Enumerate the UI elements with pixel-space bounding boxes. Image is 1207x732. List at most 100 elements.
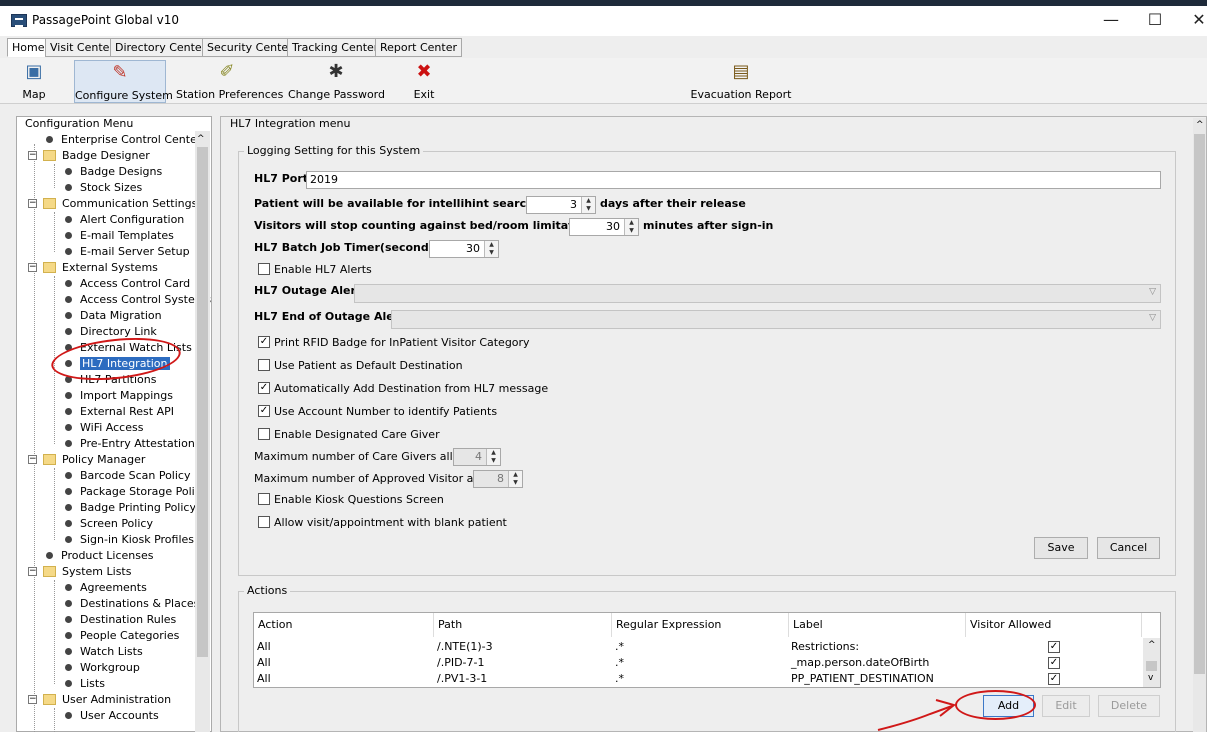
tree-item[interactable]: Package Storage Policy [65,484,207,500]
tree-item[interactable]: Enterprise Control Center [46,132,201,148]
exit-button[interactable]: ✖ Exit [406,60,442,103]
tree-item[interactable]: Agreements [65,580,147,596]
tab-directory-center[interactable]: Directory Center [110,38,212,57]
tree-item[interactable]: WiFi Access [65,420,143,436]
tree-item[interactable]: Watch Lists [65,644,143,660]
sidebar-scrollbar[interactable] [195,131,210,732]
spinner-arrows-icon[interactable]: ▲ ▼ [508,471,522,487]
collapse-toggle-icon[interactable]: − [28,566,37,576]
column-header-regex[interactable]: Regular Expression [612,613,789,637]
edit-button[interactable]: Edit [1042,695,1090,717]
main-scrollbar[interactable] [1193,118,1206,732]
tab-tracking-center[interactable]: Tracking Center [287,38,384,57]
tree-item[interactable]: Lists [65,676,105,692]
tree-item[interactable]: Import Mappings [65,388,173,404]
tree-item[interactable]: Access Control Card [65,276,190,292]
table-scroll-thumb[interactable] [1146,661,1157,671]
enable-hl7-alerts-checkbox[interactable]: Enable HL7 Alerts [258,263,372,277]
tree-item[interactable]: Alert Configuration [65,212,184,228]
patient-available-spinner[interactable]: 3 ▲ ▼ [526,196,596,214]
evacuation-report-button[interactable]: ▤ Evacuation Report [690,60,792,103]
tree-item[interactable]: External Rest API [65,404,174,420]
visitor-allowed-checkbox[interactable]: ✓ [1048,673,1060,685]
sidebar-scroll-up-icon[interactable]: ^ [197,134,205,144]
collapse-toggle-icon[interactable]: − [28,694,37,704]
tree-folder-item[interactable]: − Policy Manager [28,452,145,468]
tree-item[interactable]: Data Migration [65,308,162,324]
tree-folder-item[interactable]: − Badge Designer [28,148,150,164]
configure-icon: ✎ [112,62,128,83]
close-button[interactable]: ✕ [1187,10,1207,30]
end-outage-alert-select[interactable]: ▽ [391,310,1161,329]
change-password-button[interactable]: ✱ Change Password [288,60,385,103]
batch-timer-label: HL7 Batch Job Timer(seconds) [254,241,441,254]
sidebar-scroll-thumb[interactable] [197,147,208,657]
spinner-arrows-icon[interactable]: ▲ ▼ [484,241,498,257]
spinner-arrows-icon[interactable]: ▲ ▼ [581,197,595,213]
tree-item[interactable]: Access Control Systems [65,292,211,308]
collapse-toggle-icon[interactable]: − [28,198,37,208]
main-scroll-thumb[interactable] [1194,134,1205,674]
collapse-toggle-icon[interactable]: − [28,454,37,464]
allow-blank-patient-checkbox[interactable]: Allow visit/appointment with blank patie… [258,516,507,530]
tree-folder-item[interactable]: − System Lists [28,564,131,580]
tree-item[interactable]: Barcode Scan Policy [65,468,190,484]
column-header-path[interactable]: Path [434,613,612,637]
tree-folder-item[interactable]: − User Administration [28,692,171,708]
tree-item[interactable]: E-mail Templates [65,228,174,244]
tree-item[interactable]: Badge Designs [65,164,162,180]
tree-folder-item[interactable]: − External Systems [28,260,158,276]
tree-item[interactable]: Sign-in Kiosk Profiles [65,532,194,548]
map-button[interactable]: ▣ Map [14,60,54,103]
max-care-givers-spinner[interactable]: 4 ▲ ▼ [453,448,501,466]
minimize-button[interactable]: — [1099,10,1123,30]
tree-item[interactable]: Screen Policy [65,516,153,532]
tree-item[interactable]: Badge Printing Policy [65,500,196,516]
tree-item[interactable]: E-mail Server Setup [65,244,190,260]
visitor-allowed-checkbox[interactable]: ✓ [1048,641,1060,653]
tab-visit-center[interactable]: Visit Center [45,38,119,57]
tree-item[interactable]: Destinations & Places [65,596,199,612]
print-rfid-checkbox[interactable]: ✓ Print RFID Badge for InPatient Visitor … [258,336,530,350]
spinner-arrows-icon[interactable]: ▲ ▼ [624,219,638,235]
tree-folder-item[interactable]: − Communication Settings [28,196,197,212]
table-scroll-down-icon[interactable]: v [1148,673,1153,683]
tab-report-center[interactable]: Report Center [375,38,462,57]
delete-button[interactable]: Delete [1098,695,1160,717]
auto-add-destination-checkbox[interactable]: ✓ Automatically Add Destination from HL7 … [258,382,548,396]
tree-guide [34,144,35,732]
tree-item[interactable]: Workgroup [65,660,140,676]
collapse-toggle-icon[interactable]: − [28,262,37,272]
tab-home[interactable]: Home [7,38,50,57]
patient-available-suffix: days after their release [600,197,746,210]
max-approved-spinner[interactable]: 8 ▲ ▼ [473,470,523,488]
enable-care-giver-checkbox[interactable]: Enable Designated Care Giver [258,428,440,442]
hl7-port-input[interactable]: 2019 [306,171,1161,189]
visitors-stop-spinner[interactable]: 30 ▲ ▼ [569,218,639,236]
main-scroll-up-icon[interactable]: ^ [1196,120,1204,130]
cancel-button[interactable]: Cancel [1097,537,1160,559]
tree-item[interactable]: Product Licenses [46,548,153,564]
table-scroll-up-icon[interactable]: ^ [1148,640,1156,650]
visitor-allowed-checkbox[interactable]: ✓ [1048,657,1060,669]
column-header-visitor-allowed[interactable]: Visitor Allowed [966,613,1142,637]
use-patient-default-checkbox[interactable]: Use Patient as Default Destination [258,359,463,373]
batch-timer-spinner[interactable]: 30 ▲ ▼ [429,240,499,258]
collapse-toggle-icon[interactable]: − [28,150,37,160]
tree-item[interactable]: Destination Rules [65,612,176,628]
column-header-label[interactable]: Label [789,613,966,637]
tab-security-center[interactable]: Security Center [202,38,298,57]
configure-system-button[interactable]: ✎ Configure System [74,60,173,103]
spinner-arrows-icon[interactable]: ▲ ▼ [486,449,500,465]
tree-item[interactable]: Stock Sizes [65,180,142,196]
column-header-action[interactable]: Action [254,613,434,637]
tree-item[interactable]: Pre-Entry Attestation [65,436,195,452]
tree-item[interactable]: User Accounts [65,708,159,724]
use-account-number-checkbox[interactable]: ✓ Use Account Number to identify Patients [258,405,497,419]
save-button[interactable]: Save [1034,537,1088,559]
maximize-button[interactable]: ☐ [1143,10,1167,30]
tree-item[interactable]: People Categories [65,628,179,644]
station-preferences-button[interactable]: ✐ Station Preferences [176,60,283,103]
outage-alert-select[interactable]: ▽ [354,284,1161,303]
enable-kiosk-questions-checkbox[interactable]: Enable Kiosk Questions Screen [258,493,444,507]
